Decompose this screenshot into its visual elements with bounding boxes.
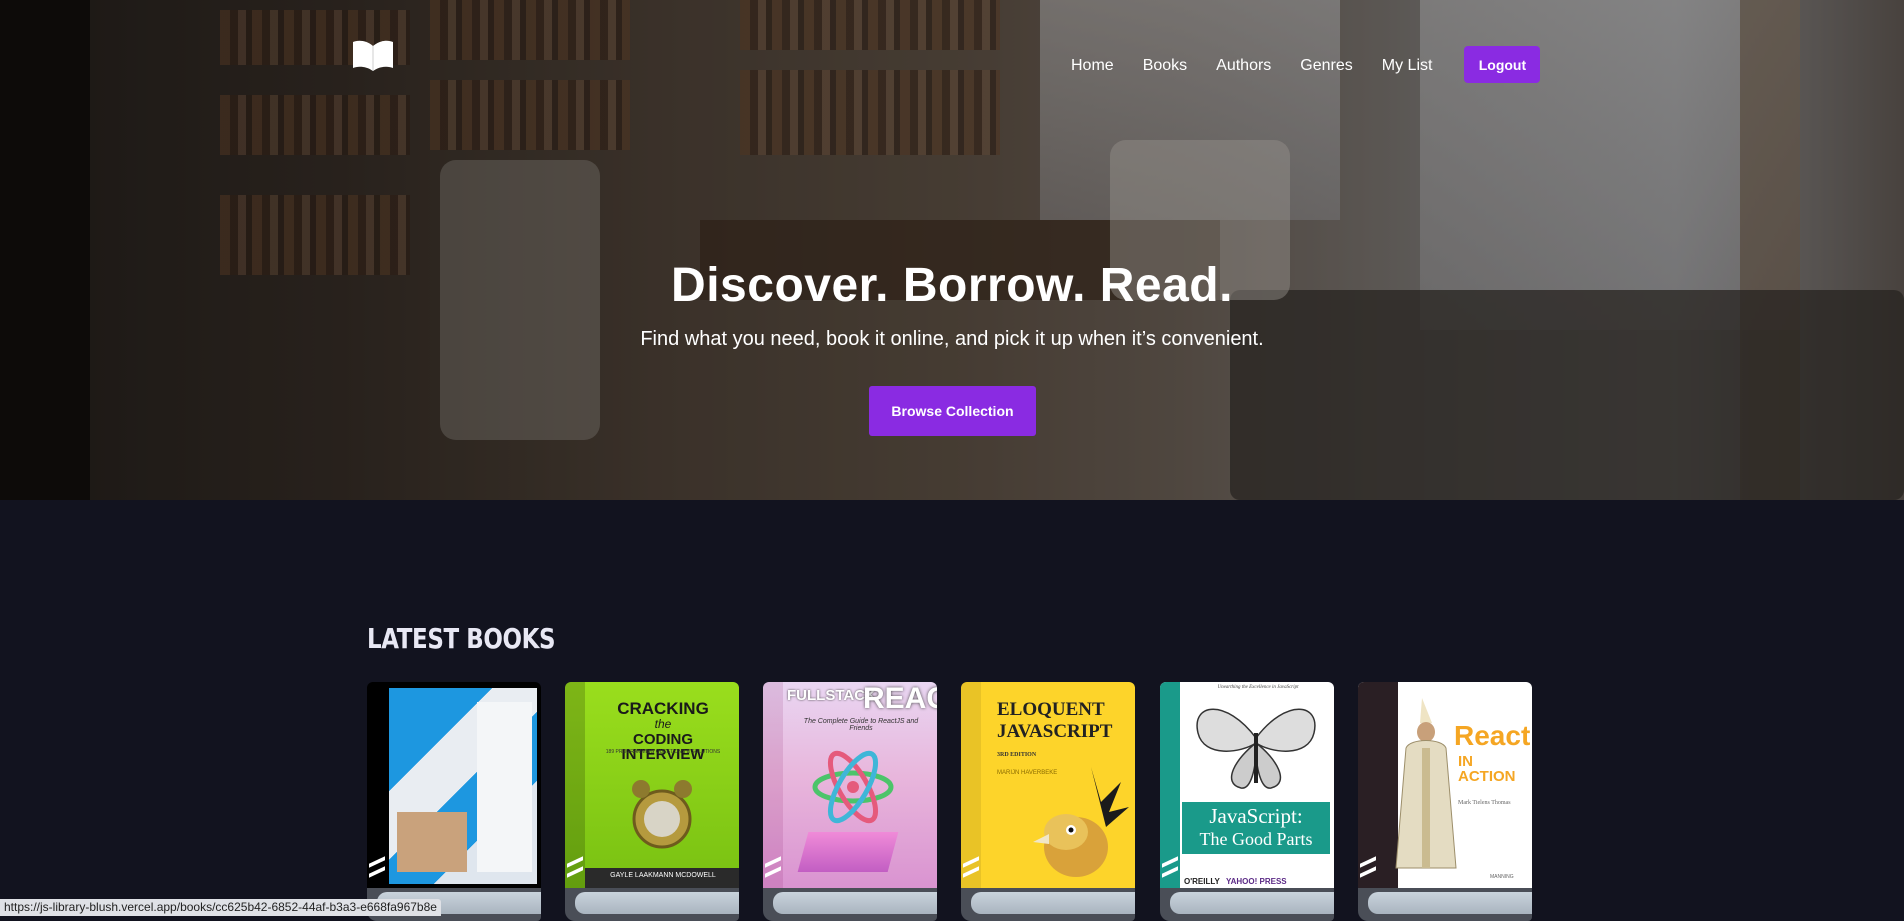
book-title-line: React	[1454, 720, 1531, 751]
book-pages	[1170, 892, 1334, 914]
hero-title: Discover. Borrow. Read.	[671, 259, 1233, 312]
publisher-logo: O'REILLY	[1184, 877, 1220, 886]
book-title-line: REACT	[863, 682, 937, 715]
book-title-line: CRACKING	[617, 699, 709, 718]
book-cover: React IN ACTION Mark Tielens Thomas MANN…	[1358, 682, 1532, 892]
book-cover: FULLSTACK REACT The Complete Guide to Re…	[763, 682, 937, 892]
main-nav: Home Books Authors Genres My List Logout	[1071, 46, 1541, 83]
book-card[interactable]: React IN ACTION Mark Tielens Thomas MANN…	[1358, 682, 1532, 921]
book-tagline: Unearthing the Excellence in JavaScript	[1217, 685, 1299, 690]
book-pages	[773, 892, 937, 914]
browse-collection-button[interactable]: Browse Collection	[869, 386, 1036, 436]
book-title-line: CODING INTERVIEW	[621, 731, 705, 763]
status-bar-url: https://js-library-blush.vercel.app/book…	[0, 899, 441, 916]
hero-subtitle: Find what you need, book it online, and …	[640, 328, 1264, 350]
book-pages	[971, 892, 1135, 914]
book-subtitle: 189 PROGRAMMING QUESTIONS & SOLUTIONS	[605, 749, 721, 755]
book-title-line: the	[654, 717, 672, 731]
book-pages	[575, 892, 739, 914]
book-title-line: JAVASCRIPT	[997, 721, 1113, 742]
book-card[interactable]: Unearthing the Excellence in JavaScript …	[1160, 682, 1334, 921]
publisher-logo: MANNING	[1490, 874, 1514, 880]
react-atom-icon	[812, 750, 894, 824]
book-card[interactable]: CRACKING the CODING INTERVIEW 189 PROGRA…	[565, 682, 739, 921]
book-cover: ELOQUENT JAVASCRIPT 3RD EDITION MARIJN H…	[961, 682, 1135, 892]
book-author: Mark Tielens Thomas	[1458, 800, 1511, 806]
butterfly-illustration-icon	[1196, 708, 1316, 789]
book-cover	[367, 682, 541, 892]
nav-home-link[interactable]: Home	[1071, 56, 1114, 76]
latest-books-heading: LATEST BOOKS	[367, 622, 556, 655]
nav-genres-link[interactable]: Genres	[1300, 56, 1352, 76]
hero-section: Home Books Authors Genres My List Logout…	[0, 0, 1904, 500]
book-author: GAYLE LAAKMANN MCDOWELL	[610, 872, 716, 879]
book-card[interactable]: FULLSTACK REACT The Complete Guide to Re…	[763, 682, 937, 921]
alarm-clock-icon	[632, 780, 692, 849]
book-title-line: The Good Parts	[1199, 829, 1313, 849]
book-title-line: IN ACTION	[1458, 753, 1516, 785]
book-title-line: JavaScript:	[1209, 804, 1303, 828]
nav-my-list-link[interactable]: My List	[1382, 56, 1433, 76]
partner-logo: YAHOO! PRESS	[1226, 877, 1287, 886]
nav-books-link[interactable]: Books	[1143, 56, 1187, 76]
book-card[interactable]	[367, 682, 541, 921]
book-card[interactable]: ELOQUENT JAVASCRIPT 3RD EDITION MARIJN H…	[961, 682, 1135, 921]
bird-illustration-icon	[1033, 767, 1129, 877]
open-book-icon[interactable]	[352, 38, 394, 72]
nav-authors-link[interactable]: Authors	[1216, 56, 1271, 76]
book-pages	[1368, 892, 1532, 914]
book-cover: CRACKING the CODING INTERVIEW 189 PROGRA…	[565, 682, 739, 892]
book-cover: Unearthing the Excellence in JavaScript …	[1160, 682, 1334, 892]
logout-button[interactable]: Logout	[1464, 46, 1541, 83]
book-edition: 3RD EDITION	[997, 752, 1037, 758]
book-title-line: ELOQUENT	[997, 699, 1105, 720]
book-subtitle: The Complete Guide to ReactJS and Friend…	[803, 718, 919, 732]
